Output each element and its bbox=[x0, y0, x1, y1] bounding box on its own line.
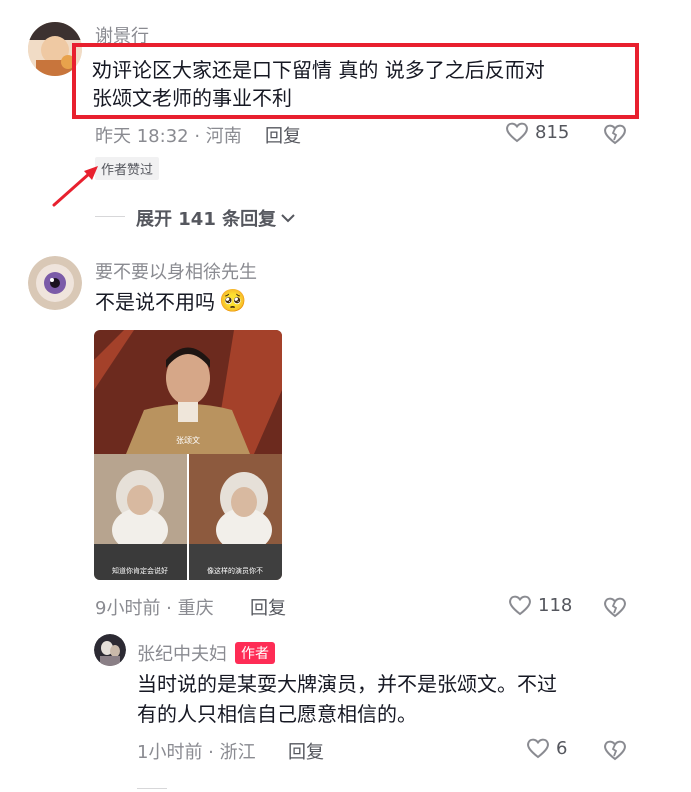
reply-button[interactable]: 回复 bbox=[250, 594, 286, 620]
heart-icon bbox=[505, 121, 529, 143]
divider-line bbox=[137, 788, 167, 789]
reply-username[interactable]: 张纪中夫妇 bbox=[137, 640, 227, 666]
image-caption-left: 知道你肯定会说好 bbox=[112, 566, 168, 575]
heart-icon bbox=[508, 594, 532, 616]
comment-image[interactable]: 张颂文 知道你肯定会说好 像这样的演员你不 bbox=[94, 330, 282, 580]
like-count: 6 bbox=[556, 737, 568, 759]
like-button[interactable]: 815 bbox=[505, 121, 569, 143]
pleading-face-icon: 🥺 bbox=[219, 289, 247, 314]
author-liked-tag: 作者赞过 bbox=[95, 157, 160, 180]
like-button[interactable]: 118 bbox=[508, 594, 572, 616]
comment-username[interactable]: 要不要以身相徐先生 bbox=[95, 258, 257, 284]
avatar[interactable] bbox=[94, 634, 126, 666]
comment-text: 不是说不用吗 🥺 bbox=[95, 286, 246, 318]
image-caption-top: 张颂文 bbox=[176, 435, 200, 445]
dislike-button[interactable] bbox=[603, 596, 627, 622]
chevron-down-icon bbox=[280, 212, 296, 224]
author-badge: 作者 bbox=[235, 642, 275, 664]
comment-text-line2: 张颂文老师的事业不利 bbox=[92, 86, 292, 110]
dislike-heart-icon bbox=[603, 123, 627, 145]
reply-time-location: 1小时前 · 浙江 bbox=[137, 742, 256, 763]
expand-replies-label: 展开 141 条回复 bbox=[136, 209, 277, 230]
like-count: 815 bbox=[535, 121, 570, 143]
dislike-button[interactable] bbox=[603, 123, 627, 149]
dislike-button[interactable] bbox=[603, 739, 627, 765]
heart-icon bbox=[526, 737, 550, 759]
comment-text-body: 不是说不用吗 bbox=[95, 290, 215, 314]
reply-text-line2: 有的人只相信自己愿意相信的。 bbox=[137, 702, 417, 726]
reply-button[interactable]: 回复 bbox=[288, 738, 324, 764]
reply-button[interactable]: 回复 bbox=[265, 122, 301, 148]
image-caption-right: 像这样的演员你不 bbox=[207, 566, 263, 575]
like-count: 118 bbox=[538, 594, 573, 616]
avatar[interactable] bbox=[28, 256, 82, 310]
reply-text-line1: 当时说的是某耍大牌演员，并不是张颂文。不过 bbox=[137, 672, 557, 696]
comment-time-location: 9小时前 · 重庆 bbox=[95, 598, 214, 619]
comment-time-location: 昨天 18:32 · 河南 bbox=[95, 126, 242, 147]
red-arrow-annotation bbox=[50, 163, 102, 213]
reply-header: 张纪中夫妇 作者 bbox=[137, 640, 275, 666]
like-button[interactable]: 6 bbox=[526, 737, 567, 759]
divider-line bbox=[95, 216, 125, 217]
dislike-heart-icon bbox=[603, 596, 627, 618]
dislike-heart-icon bbox=[603, 739, 627, 761]
expand-replies-button[interactable]: 展开 141 条回复 bbox=[136, 205, 296, 231]
